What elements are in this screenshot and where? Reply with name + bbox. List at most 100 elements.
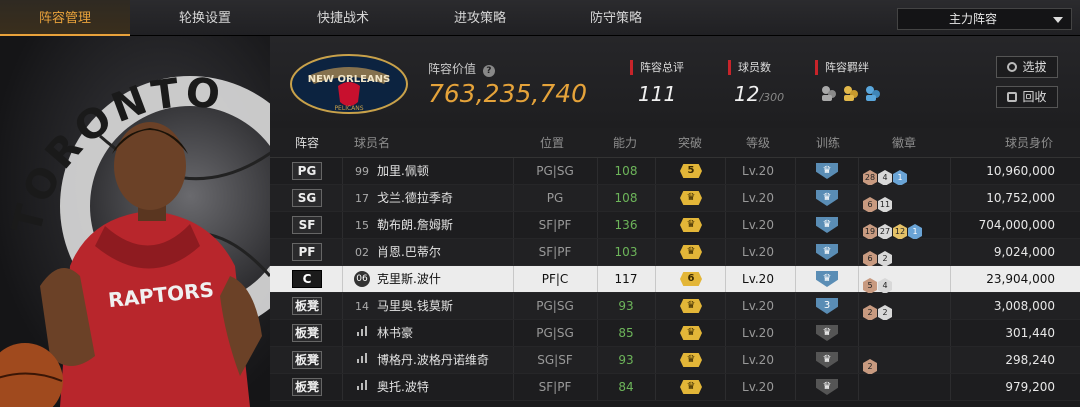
table-row[interactable]: 板凳 林书豪 PG|SG 85 ♛ Lv.20 ♛ 301,440 [270, 320, 1080, 347]
badge-icon[interactable]: 2 [863, 305, 877, 321]
column-divider [858, 239, 859, 265]
table-row[interactable]: SG 17 戈兰.德拉季奇 PG 108 ♛ Lv.20 ♛ 6 11 10,752,000 [270, 185, 1080, 213]
table-row[interactable]: 板凳 14 马里奥.钱莫斯 PG|SG 93 ♛ Lv.20 3 2 2 3,008,000 [270, 293, 1080, 321]
column-divider [342, 266, 343, 292]
tab-lineup-management[interactable]: 阵容管理 [0, 0, 130, 36]
lineup-slot[interactable]: PF [292, 243, 322, 261]
column-divider [342, 212, 343, 238]
tab-offense-strategy[interactable]: 进攻策略 [415, 0, 545, 36]
table-row[interactable]: C 06 克里斯.波什 PF|C 117 6 Lv.20 ♛ 5 4 23,904,000 [270, 266, 1080, 294]
player-name[interactable]: 加里.佩顿 [377, 158, 429, 185]
player-value: 3,008,000 [993, 299, 1055, 313]
column-divider [725, 212, 726, 238]
column-divider [858, 158, 859, 184]
table-row[interactable]: SF 15 勒布朗.詹姆斯 SF|PF 136 ♛ Lv.20 ♛ 19 27 12 1 704,000… [270, 212, 1080, 240]
badge-list: 28 4 1 [863, 163, 908, 186]
lineup-slot[interactable]: C [292, 270, 322, 288]
player-level: Lv.20 [742, 164, 774, 178]
bond-icon-2[interactable] [844, 86, 858, 101]
lineup-slot[interactable]: 板凳 [292, 297, 322, 315]
table-row[interactable]: 板凳 博格丹.波格丹诺维奇 SG|SF 93 ♛ Lv.20 ♛ 2 298,240 [270, 347, 1080, 375]
column-divider [858, 185, 859, 211]
badge-icon[interactable]: 4 [878, 278, 892, 294]
lineup-select[interactable]: 主力阵容 [897, 8, 1072, 30]
column-divider [655, 185, 656, 211]
badge-icon[interactable]: 2 [863, 359, 877, 375]
lineup-slot[interactable]: SF [292, 216, 322, 234]
badge-icon[interactable]: 28 [863, 170, 877, 186]
lineup-slot[interactable]: 板凳 [292, 351, 322, 369]
lineup-slot[interactable]: 板凳 [292, 378, 322, 396]
tab-defense-strategy[interactable]: 防守策略 [551, 0, 681, 36]
crown-icon[interactable]: ♛ [680, 299, 702, 313]
player-name[interactable]: 奥托.波特 [377, 374, 429, 401]
lineup-slot[interactable]: PG [292, 162, 322, 180]
training-icon[interactable]: ♛ [816, 244, 838, 260]
badge-icon[interactable]: 11 [878, 197, 892, 213]
badge-icon[interactable]: 6 [863, 197, 877, 213]
player-name[interactable]: 肖恩.巴蒂尔 [377, 239, 441, 266]
crown-icon[interactable]: ♛ [680, 326, 702, 340]
training-icon[interactable]: ♛ [816, 352, 838, 368]
player-name[interactable]: 林书豪 [377, 320, 413, 347]
table-row[interactable]: PF 02 肖恩.巴蒂尔 SF|PF 103 ♛ Lv.20 ♛ 6 2 9,024,000 [270, 239, 1080, 267]
table-row[interactable]: PG 99 加里.佩顿 PG|SG 108 5 Lv.20 ♛ 28 4 1 10,960,000 [270, 158, 1080, 186]
column-divider [725, 239, 726, 265]
player-name[interactable]: 马里奥.钱莫斯 [377, 293, 453, 320]
badge-icon[interactable]: 12 [893, 224, 907, 240]
table-row[interactable]: 板凳 奥托.波特 SF|PF 84 ♛ Lv.20 ♛ 979,200 [270, 374, 1080, 401]
player-count-value: 12 [734, 82, 760, 106]
column-divider [795, 185, 796, 211]
training-icon[interactable]: ♛ [816, 163, 838, 179]
crown-icon[interactable]: ♛ [680, 353, 702, 367]
crown-icon[interactable]: ♛ [680, 245, 702, 259]
training-icon[interactable]: ♛ [816, 190, 838, 206]
player-name[interactable]: 勒布朗.詹姆斯 [377, 212, 453, 239]
player-level: Lv.20 [742, 245, 774, 259]
crown-icon[interactable]: ♛ [680, 218, 702, 232]
badge-icon[interactable]: 4 [878, 170, 892, 186]
training-icon[interactable]: ♛ [816, 271, 838, 287]
training-icon[interactable]: ♛ [816, 217, 838, 233]
player-portrait-image: TORONTO R RAPTORS [0, 69, 270, 407]
badge-icon[interactable]: 1 [893, 170, 907, 186]
badge-icon[interactable]: 2 [878, 305, 892, 321]
recycle-button[interactable]: 回收 [996, 86, 1058, 108]
jersey-number: 14 [355, 300, 369, 313]
breakthrough-badge[interactable]: 5 [680, 164, 702, 178]
bond-icon-3[interactable] [866, 86, 880, 101]
tab-rotation-settings[interactable]: 轮换设置 [140, 0, 270, 36]
badge-icon[interactable]: 2 [878, 251, 892, 267]
lineup-slot[interactable]: 板凳 [292, 324, 322, 342]
column-divider [655, 347, 656, 373]
help-icon[interactable]: ? [482, 65, 495, 77]
player-name[interactable]: 博格丹.波格丹诺维奇 [377, 347, 489, 374]
player-name[interactable]: 戈兰.德拉季奇 [377, 185, 453, 212]
training-icon[interactable]: ♛ [816, 325, 838, 341]
training-icon[interactable]: ♛ [816, 379, 838, 395]
jersey-number: 15 [355, 219, 369, 232]
refresh-icon [1007, 62, 1018, 72]
badge-icon[interactable]: 6 [863, 251, 877, 267]
column-divider [655, 266, 656, 292]
training-level[interactable]: 3 [816, 298, 838, 314]
select-button[interactable]: 选拔 [996, 56, 1058, 78]
column-divider [858, 212, 859, 238]
column-divider [597, 185, 598, 211]
player-name[interactable]: 克里斯.波什 [377, 266, 441, 293]
badge-icon[interactable]: 5 [863, 278, 877, 294]
column-divider [795, 374, 796, 400]
crown-icon[interactable]: ♛ [680, 380, 702, 394]
breakthrough-badge[interactable]: 6 [680, 272, 702, 286]
badge-icon[interactable]: 27 [878, 224, 892, 240]
column-divider [513, 266, 514, 292]
player-level: Lv.20 [742, 191, 774, 205]
badge-icon[interactable]: 19 [863, 224, 877, 240]
crown-icon[interactable]: ♛ [680, 191, 702, 205]
tab-quick-tactics[interactable]: 快捷战术 [278, 0, 408, 36]
badge-icon[interactable]: 1 [908, 224, 922, 240]
column-divider [725, 158, 726, 184]
bond-icon-1[interactable] [822, 86, 836, 101]
column-divider [342, 293, 343, 319]
lineup-slot[interactable]: SG [292, 189, 322, 207]
